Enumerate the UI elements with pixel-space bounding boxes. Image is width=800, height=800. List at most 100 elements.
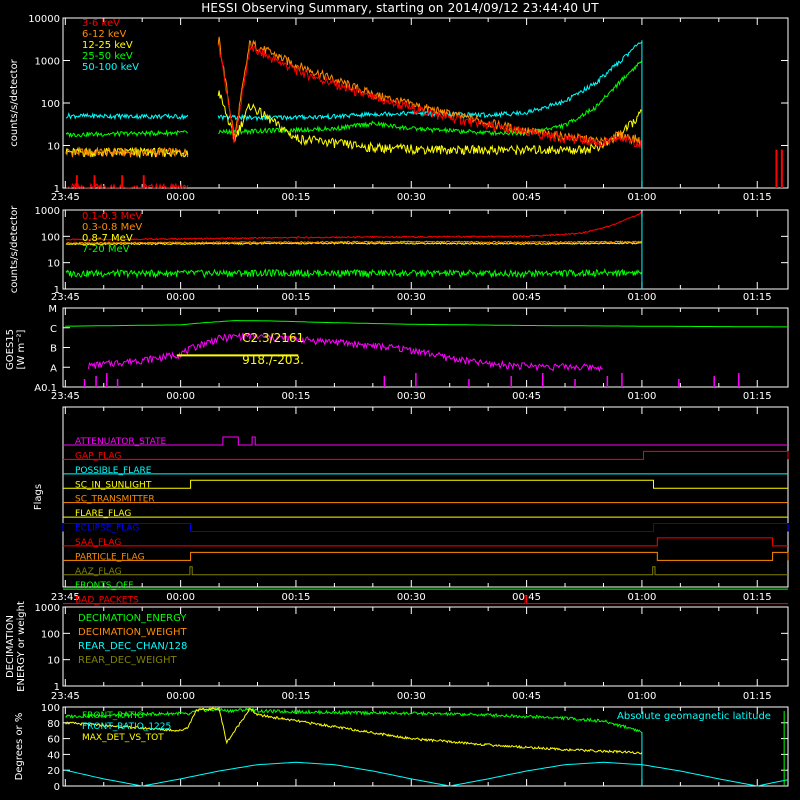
flags-xtick-label: 01:00: [628, 592, 657, 603]
flags-ylabel: Flags: [33, 484, 44, 510]
decimation-xtick-label: 01:15: [743, 691, 772, 702]
flags-label-10: FRONTS_OFF: [75, 581, 133, 591]
highenergy-xtick-label: 00:45: [512, 292, 541, 303]
flags-label-9: AAZ_FLAG: [75, 567, 122, 577]
flags-step-6: [62, 523, 789, 532]
flags-label-11: BAD_PACKETS: [75, 596, 139, 606]
flags-label-7: SAA_FLAG: [75, 538, 121, 548]
decimation-legend-3: REAR_DEC_WEIGHT: [78, 655, 177, 666]
flags-label-8: PARTICLE_FLAG: [75, 552, 145, 562]
highenergy-legend-1: 0.3-0.8 MeV: [82, 222, 142, 233]
highenergy-ytick-label: 100: [41, 232, 60, 243]
lowenergy-legend-1: 6-12 keV: [82, 29, 126, 40]
decimation-xtick-label: 01:00: [628, 691, 657, 702]
flags-label-6: ECLIPSE_FLAG: [75, 524, 139, 534]
flags-xtick-label: 00:30: [397, 592, 426, 603]
lowenergy-ylabel: counts/s/detector: [9, 58, 20, 146]
goes-ytick-label: A: [50, 363, 57, 374]
lowenergy-legend-4: 50-100 keV: [82, 62, 139, 73]
flags-step-8: [63, 551, 789, 561]
flags-label-4: SC_TRANSMITTER: [75, 495, 155, 505]
goes-ytick-label: B: [50, 344, 57, 355]
decimation-xtick-label: 00:45: [512, 691, 541, 702]
ratio-ytick-label: 20: [47, 766, 60, 777]
lowenergy-legend-0: 3-6 keV: [82, 18, 120, 29]
highenergy-xtick-label: 00:00: [166, 292, 195, 303]
highenergy-legend-3: 7-20 MeV: [82, 244, 130, 255]
goes-ytick-label: C: [50, 324, 57, 335]
flags-xtick-label: 00:15: [282, 592, 311, 603]
lowenergy-xtick-label: 00:45: [512, 192, 541, 203]
lowenergy-legend-2: 12-25 keV: [82, 40, 133, 51]
decimation-legend-0: DECIMATION_ENERGY: [78, 613, 187, 624]
flags-label-1: GAP_FLAG: [75, 451, 121, 461]
highenergy-series-3: [65, 267, 643, 279]
decimation-legend-1: DECIMATION_WEIGHT: [78, 627, 187, 638]
lowenergy-ytick-label: 10000: [28, 14, 60, 25]
goes-series-0: [65, 320, 788, 328]
goes-xtick-label: 01:15: [743, 391, 772, 402]
lowenergy-xtick-label: 01:15: [743, 192, 772, 203]
lowenergy-legend-3: 25-50 keV: [82, 51, 133, 62]
flags-step-3: [63, 479, 788, 489]
goes-xtick-label: 00:30: [397, 391, 426, 402]
lowenergy-ytick-label: 1: [54, 184, 60, 195]
flags-xtick-label: 01:15: [743, 592, 772, 603]
lowenergy-ytick-label: 10: [47, 142, 60, 153]
lowenergy-frame: [62, 17, 789, 189]
goes-frame: [62, 307, 789, 388]
ratio-ytick-label: 80: [47, 719, 60, 730]
flags-step-9: [63, 566, 788, 576]
flags-label-2: POSSIBLE_FLARE: [75, 466, 152, 476]
ratio-legend-1: FRONT_RATIO_1225: [82, 722, 171, 732]
goes-annotation-0: C2.3/2161: [242, 331, 304, 345]
ratio-ytick-label: 100: [41, 703, 60, 714]
ratio-legend-2: MAX_DET_VS_TOT: [82, 733, 164, 743]
decimation-xtick-label: 00:15: [282, 691, 311, 702]
highenergy-xtick-label: 01:00: [628, 292, 657, 303]
ratio-ylabel: Degrees or %: [14, 713, 25, 781]
ratio-ytick-label: 60: [47, 735, 60, 746]
goes-ylabel: [W m⁻²]: [16, 329, 27, 369]
ratio-right-label: Absolute geomagnetic latitude: [617, 711, 771, 722]
ratio-series-3: [65, 761, 789, 787]
highenergy-series-0: [65, 211, 643, 241]
lowenergy-xtick-label: 00:30: [397, 192, 426, 203]
highenergy-xtick-label: 00:30: [397, 292, 426, 303]
goes-xtick-label: 00:45: [512, 391, 541, 402]
highenergy-xtick-label: 01:15: [743, 292, 772, 303]
highenergy-xtick-label: 00:15: [282, 292, 311, 303]
ratio-legend-0: FRONT_RATIO: [82, 711, 144, 721]
goes-series-1: [87, 332, 603, 373]
ratio-ytick-label: 0: [54, 782, 60, 793]
decimation-legend-2: REAR_DEC_CHAN/128: [78, 641, 187, 652]
goes-ytick-label: M: [48, 304, 57, 315]
lowenergy-ytick-label: 1000: [35, 57, 60, 68]
flags-step-1: [63, 450, 789, 460]
decimation-ytick-label: 10: [47, 656, 60, 667]
lowenergy-series-3: [65, 60, 643, 139]
lowenergy-series-4: [65, 41, 643, 122]
decimation-xtick-label: 00:00: [166, 691, 195, 702]
flags-label-5: FLARE_FLAG: [75, 509, 131, 519]
goes-xtick-label: 01:00: [628, 391, 657, 402]
hessi-summary-chart: 23:45 00:00 00:15 00:30 00:45 01:00 01:1511010…: [5, 14, 789, 793]
flags-label-0: ATTENUATOR_STATE: [75, 437, 167, 447]
goes-xtick-label: 00:00: [166, 391, 195, 402]
highenergy-ylabel: counts/s/detector: [9, 205, 20, 293]
highenergy-ytick-label: 1000: [35, 206, 60, 217]
highenergy-frame: [62, 209, 789, 290]
lowenergy-ytick-label: 100: [41, 99, 60, 110]
flags-label-3: SC_IN_SUNLIGHT: [75, 480, 152, 490]
flags-xtick-label: 00:00: [166, 592, 195, 603]
decimation-ylabel: ENERGY or weight: [16, 601, 27, 692]
highenergy-ytick-label: 1: [54, 285, 60, 296]
flags-step-7: [63, 537, 788, 547]
lowenergy-xtick-label: 00:00: [166, 192, 195, 203]
goes-annotation-1: 918./-203.: [242, 353, 304, 367]
flags-step-0: [63, 436, 788, 446]
lowenergy-series-2: [65, 90, 643, 159]
highenergy-ytick-label: 10: [47, 259, 60, 270]
decimation-ylabel: DECIMATION: [5, 615, 16, 678]
goes-xtick-label: 00:15: [282, 391, 311, 402]
